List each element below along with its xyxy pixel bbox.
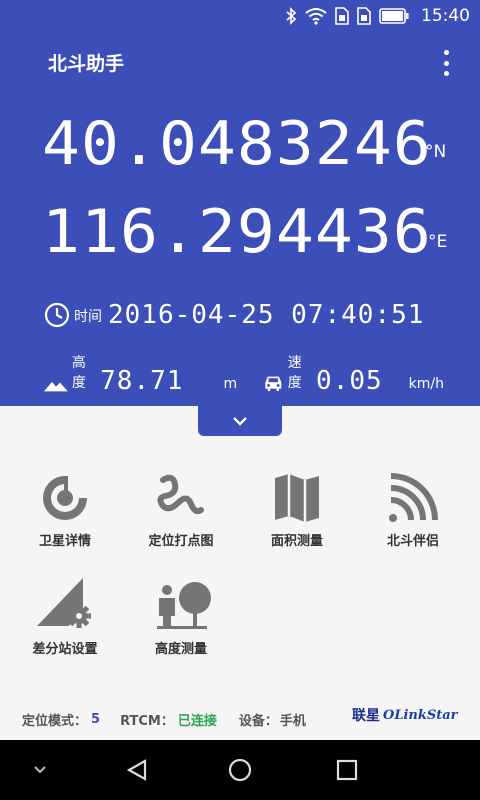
status-bar: 15:40 — [0, 0, 480, 32]
tool-label: 高度测量 — [154, 642, 207, 657]
app-title: 北斗助手 — [48, 53, 125, 75]
device-label: 设备： — [238, 713, 278, 729]
clock-icon — [44, 302, 70, 328]
tool-satellite-details[interactable]: 卫星详情 — [10, 472, 120, 549]
hide-nav-button[interactable] — [20, 740, 60, 800]
tool-label: 北斗伴侣 — [386, 534, 439, 549]
altitude-value: 78.71 — [100, 366, 184, 396]
chevron-down-icon — [233, 417, 247, 426]
wifi-icon — [305, 8, 327, 25]
altitude-label: 高度 — [71, 355, 86, 391]
device-info-bar: 定位模式： 5 RTCM： 已连接 设备： 手机 联星 OLinkStar — [0, 700, 480, 738]
brand-name-cn: 联星 — [352, 708, 380, 724]
navigation-bar — [0, 740, 480, 800]
chevron-down-icon — [34, 766, 46, 774]
menu-dot-icon — [443, 71, 449, 76]
track-icon — [157, 474, 204, 515]
altitude-unit: m — [223, 376, 238, 392]
speed-label: 速度 — [287, 355, 302, 391]
tool-label: 定位打点图 — [148, 534, 214, 549]
brand-logo: 联星 OLinkStar — [352, 705, 458, 725]
menu-dot-icon — [443, 50, 449, 55]
car-icon — [265, 376, 282, 391]
tool-base-station-settings[interactable]: 差分站设置 — [10, 576, 120, 657]
tool-label: 卫星详情 — [38, 534, 91, 549]
battery-icon — [379, 8, 409, 24]
latitude-unit: °N — [425, 142, 447, 162]
rtcm-value: 已连接 — [177, 713, 217, 729]
mode-value: 5 — [91, 711, 101, 727]
tool-height-measure[interactable]: 高度测量 — [126, 576, 236, 657]
time-label: 时间 — [74, 309, 102, 325]
tool-area-measure[interactable]: 面积测量 — [242, 472, 352, 549]
speed-value: 0.05 — [316, 366, 383, 396]
time-value: 2016-04-25 07:40:51 — [108, 300, 425, 330]
location-panel: 北斗助手 40.0483246 °N 116.294436 °E 时间 2016… — [0, 32, 480, 406]
overflow-menu-button[interactable] — [436, 50, 456, 76]
sim-card-icon — [357, 7, 371, 25]
time-row: 时间 2016-04-25 07:40:51 — [44, 302, 424, 328]
back-button[interactable] — [112, 740, 162, 800]
mountain-icon — [44, 381, 68, 392]
tool-label: 面积测量 — [270, 534, 323, 549]
back-triangle-icon — [126, 759, 147, 781]
menu-dot-icon — [443, 60, 449, 66]
tool-track-map[interactable]: 定位打点图 — [126, 472, 236, 549]
longitude-unit: °E — [428, 232, 448, 252]
rtcm-label: RTCM： — [120, 713, 174, 729]
home-circle-icon — [228, 758, 252, 782]
base-station-settings-icon — [37, 578, 91, 628]
recents-button[interactable] — [322, 740, 372, 800]
map-icon — [275, 474, 319, 522]
tool-label: 差分站设置 — [32, 642, 98, 657]
status-time: 15:40 — [421, 6, 470, 26]
tool-beidou-companion[interactable]: 北斗伴侣 — [358, 472, 468, 549]
sim-card-icon — [335, 7, 349, 25]
height-measure-icon — [157, 582, 211, 629]
bluetooth-icon — [286, 7, 297, 25]
altitude-speed-row: 高度 78.71 m 速度 0.05 km/h — [44, 352, 444, 394]
speed-unit: km/h — [408, 376, 445, 392]
brand-name-en: OLinkStar — [383, 707, 458, 723]
home-button[interactable] — [215, 740, 265, 800]
expand-panel-button[interactable] — [198, 406, 282, 436]
latitude-value: 40.0483246 — [42, 109, 432, 179]
device-value: 手机 — [279, 713, 306, 729]
satellite-icon — [43, 476, 87, 520]
mode-label: 定位模式： — [22, 713, 88, 729]
longitude-value: 116.294436 — [42, 197, 432, 267]
recents-square-icon — [336, 759, 358, 781]
signal-icon — [389, 473, 438, 522]
